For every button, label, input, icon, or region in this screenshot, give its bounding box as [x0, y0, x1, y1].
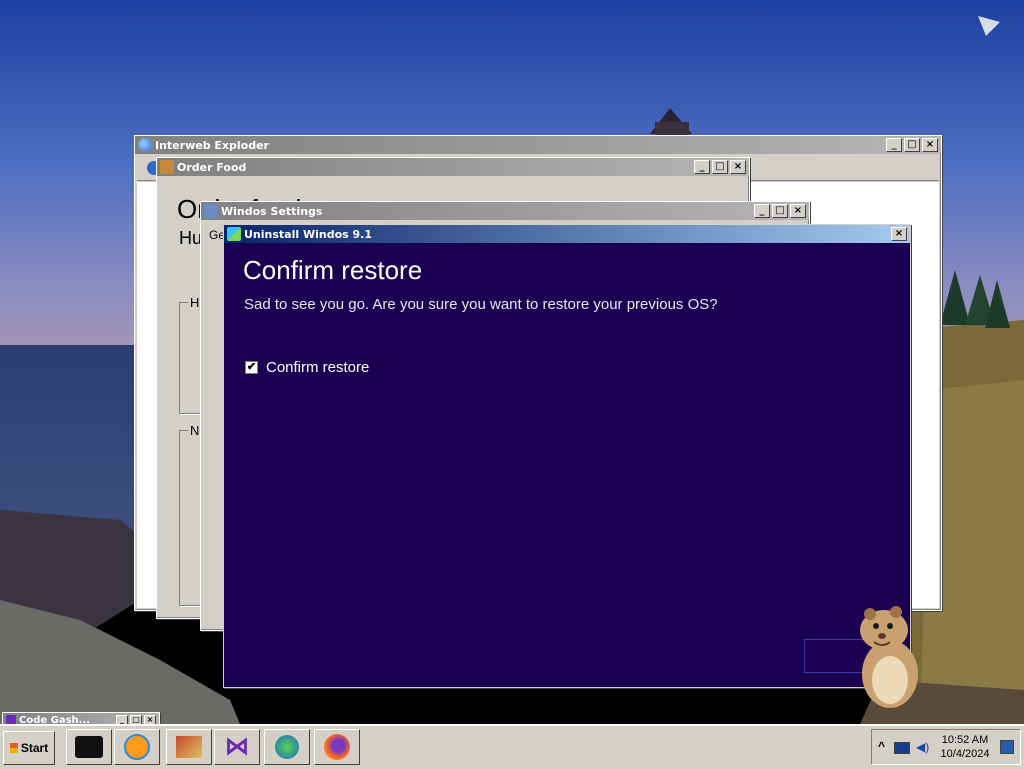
settings-icon [204, 204, 218, 218]
order-food-titlebar[interactable]: Order Food _ □ × [157, 158, 749, 176]
clock-date: 10/4/2024 [940, 748, 990, 760]
maximize-button[interactable]: □ [904, 138, 920, 152]
volume-icon[interactable]: ◀) [916, 740, 929, 754]
uninstall-title: Uninstall Windos 9.1 [244, 227, 372, 241]
browser-title: Interweb Exploder [155, 138, 269, 152]
dialog-heading: Confirm restore [243, 255, 423, 285]
download-manager-icon [275, 735, 299, 759]
image-viewer-button[interactable] [166, 729, 212, 765]
minimize-button[interactable]: _ [694, 160, 710, 174]
dialog-message: Sad to see you go. Are you sure you want… [244, 296, 718, 313]
visual-studio-button[interactable]: ⋈ [214, 729, 260, 765]
settings-titlebar[interactable]: Windos Settings _ □ × [201, 202, 809, 220]
clock-time: 10:52 AM [941, 734, 989, 746]
close-button[interactable]: × [730, 160, 746, 174]
show-desktop-icon[interactable] [1000, 740, 1014, 754]
close-button[interactable]: × [891, 227, 907, 241]
image-viewer-icon [176, 736, 202, 758]
start-label: Start [20, 741, 49, 755]
visual-studio-icon: ⋈ [225, 733, 249, 760]
windows-logo-icon [9, 743, 18, 753]
uninstall-titlebar[interactable]: Uninstall Windos 9.1 × [224, 225, 910, 243]
terminal-button[interactable] [66, 729, 112, 765]
close-button[interactable]: × [790, 204, 806, 218]
uninstall-dialog[interactable]: Uninstall Windos 9.1 × Confirm restore S… [223, 224, 911, 688]
terminal-icon [75, 736, 103, 758]
checkbox-label[interactable]: Confirm restore [266, 359, 369, 376]
firefox-button[interactable] [314, 729, 360, 765]
food-icon [160, 160, 174, 174]
clock[interactable]: 10:52 AM 10/4/2024 [940, 733, 990, 761]
maximize-button[interactable]: □ [712, 160, 728, 174]
network-icon[interactable] [894, 742, 910, 754]
close-button[interactable]: × [922, 138, 938, 152]
browser-titlebar[interactable]: Interweb Exploder _ □ × [135, 136, 941, 154]
globe-icon [138, 138, 152, 152]
taskbar: Start ⋈ ^ ◀) 10:52 AM 10/4/2024 [0, 724, 1024, 769]
order-food-title: Order Food [177, 160, 247, 174]
hamster-mascot[interactable] [852, 604, 924, 710]
download-manager-button[interactable] [264, 729, 310, 765]
minimize-button[interactable]: _ [754, 204, 770, 218]
media-player-button[interactable] [114, 729, 160, 765]
minimize-button[interactable]: _ [886, 138, 902, 152]
firefox-icon [324, 734, 350, 760]
confirm-restore-checkbox[interactable]: ✔ Confirm restore [245, 359, 369, 376]
settings-title: Windos Settings [221, 204, 323, 218]
maximize-button[interactable]: □ [772, 204, 788, 218]
system-tray: ^ ◀) 10:52 AM 10/4/2024 [871, 729, 1021, 765]
tray-chevron[interactable]: ^ [878, 739, 885, 753]
media-player-icon [124, 734, 150, 760]
checkbox-checked-icon[interactable]: ✔ [245, 361, 258, 374]
windows-icon [227, 227, 241, 241]
order-food-subheading: Hu [179, 228, 203, 248]
start-button[interactable]: Start [3, 731, 55, 765]
